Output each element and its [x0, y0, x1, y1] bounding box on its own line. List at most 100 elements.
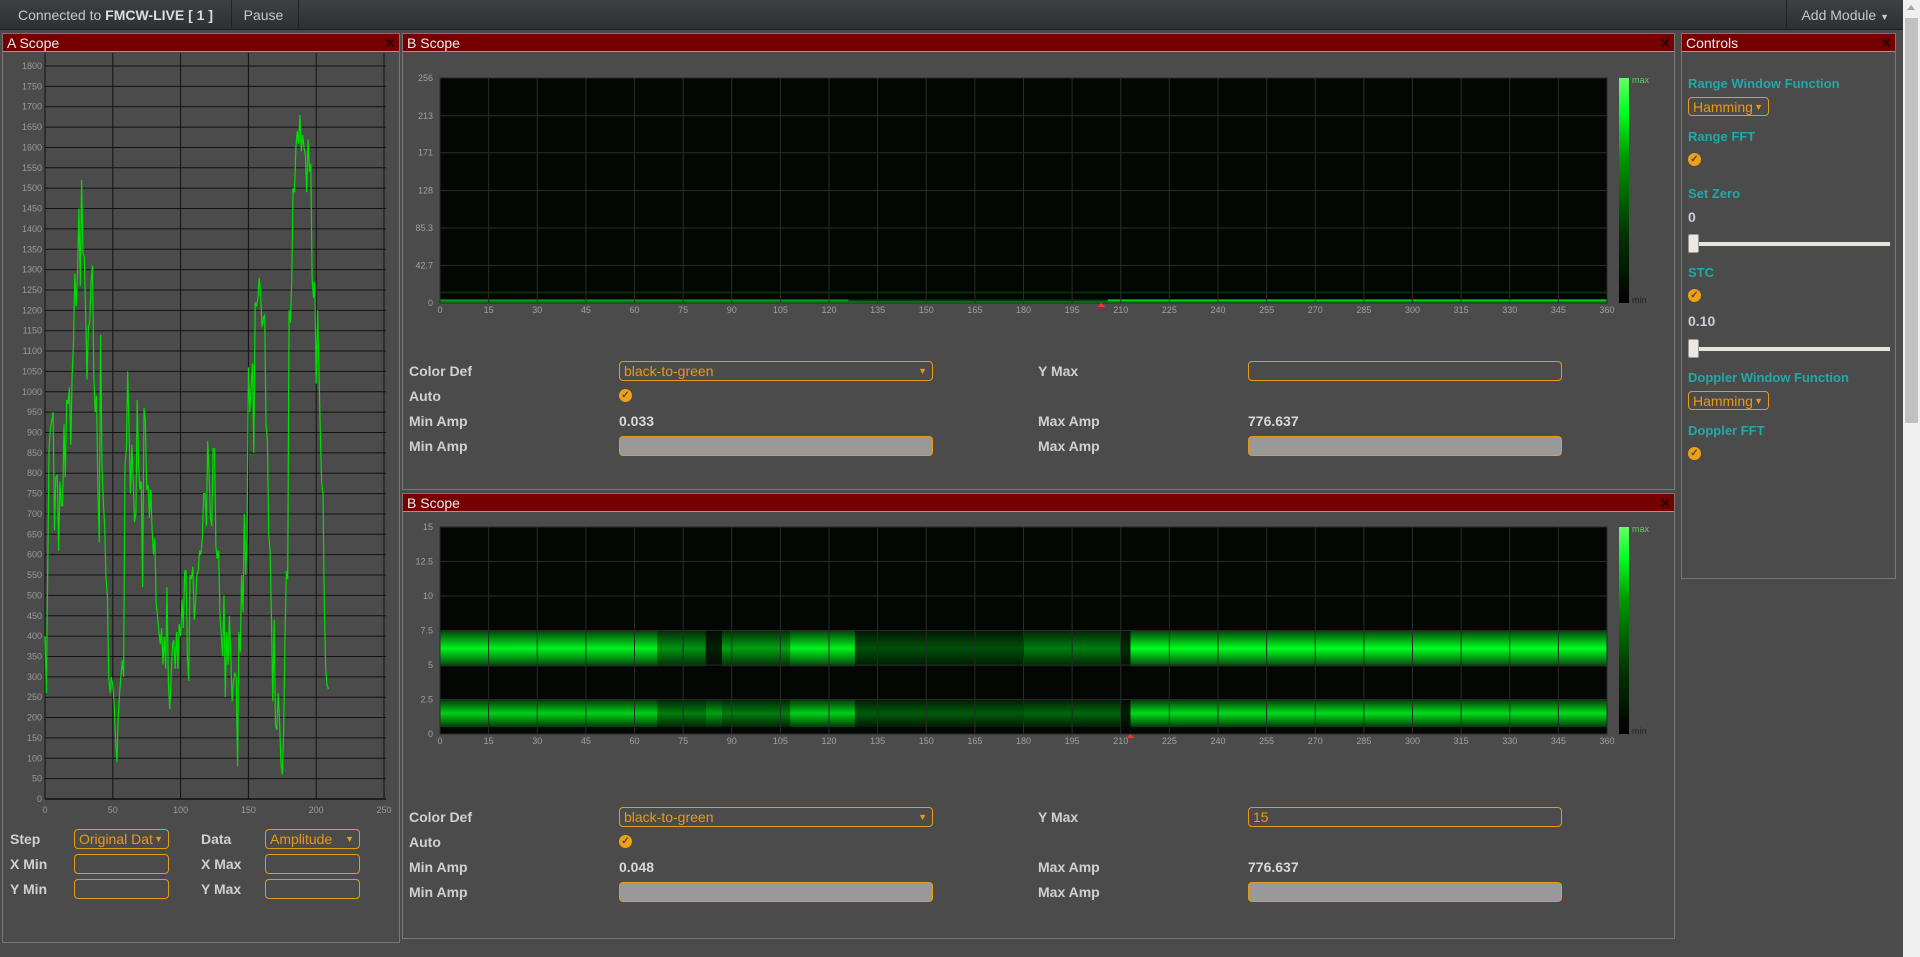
- x-tick-label: 150: [919, 736, 934, 746]
- range-window-select[interactable]: Hamming ▼: [1688, 97, 1769, 116]
- set-zero-slider-handle[interactable]: [1688, 234, 1699, 253]
- color-def-label: Color Def: [409, 363, 472, 379]
- scroll-up-icon[interactable]: [1907, 5, 1915, 10]
- x-tick-label: 150: [241, 805, 256, 815]
- x-min-label: X Min: [10, 856, 48, 872]
- x-tick-label: 240: [1210, 305, 1225, 315]
- x-tick-label: 210: [1113, 736, 1128, 746]
- heatmap-cell-band: [440, 630, 658, 667]
- min-amp-input[interactable]: [619, 882, 933, 902]
- x-tick-label: 315: [1454, 305, 1469, 315]
- x-tick-label: 165: [967, 736, 982, 746]
- y-tick-label: 1750: [22, 81, 42, 91]
- close-icon[interactable]: ✕: [1880, 34, 1892, 52]
- set-zero-slider[interactable]: [1694, 242, 1890, 246]
- close-icon[interactable]: ✕: [384, 34, 396, 52]
- max-amp-label: Max Amp: [1038, 413, 1100, 429]
- add-module-dropdown[interactable]: Add Module ▼: [1786, 0, 1903, 30]
- max-amp-input[interactable]: [1248, 436, 1562, 456]
- check-icon: ✓: [621, 390, 630, 401]
- heatmap-cell-band: [1120, 699, 1131, 728]
- caret-down-icon: ▼: [918, 366, 927, 376]
- step-label: Step: [10, 831, 41, 847]
- x-tick-label: 210: [1113, 305, 1128, 315]
- x-max-input[interactable]: [265, 854, 360, 874]
- heatmap-cell-band: [1130, 630, 1607, 667]
- scrollbar-thumb[interactable]: [1905, 18, 1918, 423]
- stc-slider[interactable]: [1694, 347, 1890, 351]
- y-tick-label: 600: [27, 550, 42, 560]
- x-min-input[interactable]: [74, 854, 169, 874]
- page-scrollbar[interactable]: [1903, 0, 1920, 957]
- y-max-input[interactable]: [1248, 807, 1562, 827]
- x-tick-label: 285: [1356, 305, 1371, 315]
- max-amp-input-label: Max Amp: [1038, 438, 1100, 454]
- y-tick-label: 15: [423, 522, 433, 532]
- heatmap-cell-band: [1120, 630, 1131, 667]
- y-tick-label: 300: [27, 672, 42, 682]
- heatmap-cell-band: [854, 630, 1024, 667]
- auto-label: Auto: [409, 834, 441, 850]
- x-tick-label: 30: [532, 736, 542, 746]
- y-max-input[interactable]: [1248, 361, 1562, 381]
- auto-checkbox[interactable]: ✓: [619, 835, 632, 848]
- pause-button[interactable]: Pause: [229, 0, 299, 30]
- y-min-input[interactable]: [74, 879, 169, 899]
- heatmap-cell-band: [440, 699, 658, 728]
- x-tick-label: 360: [1599, 305, 1614, 315]
- close-icon[interactable]: ✕: [1659, 34, 1671, 52]
- x-tick-label: 225: [1162, 736, 1177, 746]
- x-tick-label: 255: [1259, 305, 1274, 315]
- doppler-window-select[interactable]: Hamming ▼: [1688, 391, 1769, 410]
- x-tick-label: 100: [173, 805, 188, 815]
- x-tick-label: 135: [870, 736, 885, 746]
- step-select[interactable]: Original Dat ▼: [74, 829, 169, 849]
- check-icon: ✓: [1690, 448, 1699, 459]
- heatmap-cell-band: [790, 699, 855, 728]
- caret-down-icon: ▼: [345, 834, 354, 844]
- min-amp-label: Min Amp: [409, 413, 468, 429]
- doppler-fft-label: Doppler FFT: [1688, 423, 1765, 438]
- y-tick-label: 213: [418, 111, 433, 121]
- y-tick-label: 1450: [22, 204, 42, 214]
- data-select[interactable]: Amplitude ▼: [265, 829, 360, 849]
- connection-status: Connected to FMCW-LIVE [ 1 ]: [0, 0, 232, 30]
- y-tick-label: 0: [428, 298, 433, 308]
- y-tick-label: 1500: [22, 183, 42, 193]
- auto-checkbox[interactable]: ✓: [619, 389, 632, 402]
- x-tick-label: 180: [1016, 305, 1031, 315]
- y-tick-label: 950: [27, 407, 42, 417]
- close-icon[interactable]: ✕: [1659, 494, 1671, 512]
- x-tick-label: 105: [773, 736, 788, 746]
- stc-slider-handle[interactable]: [1688, 339, 1699, 358]
- y-tick-label: 1550: [22, 163, 42, 173]
- caret-down-icon: ▼: [154, 834, 163, 844]
- data-select-value: Amplitude: [270, 831, 333, 847]
- min-amp-input-label: Min Amp: [409, 884, 468, 900]
- y-max-input[interactable]: [265, 879, 360, 899]
- x-tick-label: 195: [1065, 305, 1080, 315]
- x-tick-label: 270: [1308, 736, 1323, 746]
- heatmap-cell-band: [705, 699, 723, 728]
- max-amp-input-label: Max Amp: [1038, 884, 1100, 900]
- b-scope-range-chart: 0 42.7 85.3 128 171 213 256 0 15 30 45 60 75 90 105 120…: [415, 73, 1649, 315]
- min-amp-input[interactable]: [619, 436, 933, 456]
- plot-area: [45, 53, 384, 799]
- x-tick-label: 360: [1599, 736, 1614, 746]
- x-tick-label: 45: [581, 736, 591, 746]
- color-def-select[interactable]: black-to-green ▼: [619, 361, 933, 381]
- stc-checkbox[interactable]: ✓: [1688, 289, 1701, 302]
- max-amp-input[interactable]: [1248, 882, 1562, 902]
- min-amp-input-label: Min Amp: [409, 438, 468, 454]
- x-tick-label: 285: [1356, 736, 1371, 746]
- x-tick-label: 270: [1308, 305, 1323, 315]
- y-tick-label: 1200: [22, 305, 42, 315]
- doppler-fft-checkbox[interactable]: ✓: [1688, 447, 1701, 460]
- y-tick-label: 42.7: [415, 260, 433, 270]
- y-tick-label: 171: [418, 148, 433, 158]
- x-tick-label: 0: [437, 305, 442, 315]
- heatmap-cell-band: [790, 630, 855, 667]
- color-def-select[interactable]: black-to-green ▼: [619, 807, 933, 827]
- doppler-window-value: Hamming: [1693, 393, 1753, 409]
- range-fft-checkbox[interactable]: ✓: [1688, 153, 1701, 166]
